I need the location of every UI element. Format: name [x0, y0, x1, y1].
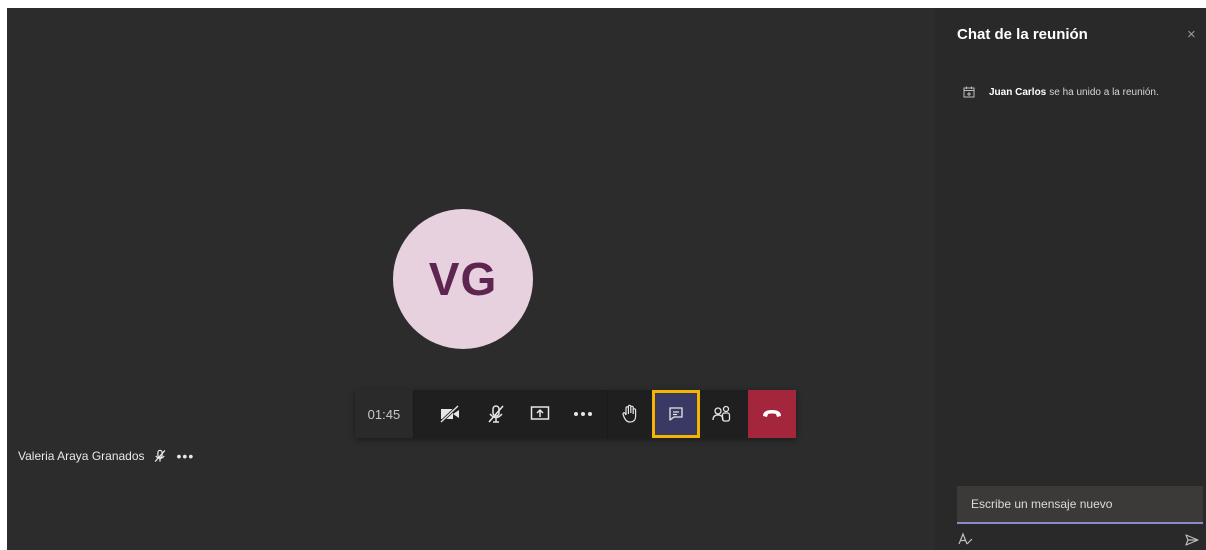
hang-up-button[interactable] [748, 390, 796, 438]
call-timer: 01:45 [355, 390, 413, 438]
avatar-initials: VG [428, 253, 498, 305]
meeting-stage: VG 01:45 Valeria Araya Granados ••• [7, 8, 935, 550]
camera-toggle-button[interactable] [430, 390, 470, 438]
send-icon[interactable] [1185, 534, 1199, 546]
share-screen-button[interactable] [520, 390, 560, 438]
event-user-name: Juan Carlos [989, 86, 1047, 98]
format-text-icon[interactable] [958, 532, 974, 546]
raise-hand-icon [622, 404, 637, 423]
participant-name: Valeria Araya Granados [18, 449, 145, 463]
hang-up-icon [763, 410, 782, 417]
camera-off-icon [439, 405, 459, 423]
call-toolbar: 01:45 [355, 390, 796, 438]
more-options-icon [574, 412, 593, 416]
divider [412, 390, 414, 438]
share-screen-icon [530, 406, 549, 420]
raise-hand-button[interactable] [610, 390, 650, 438]
participants-icon [712, 405, 731, 422]
participant-more-button[interactable]: ••• [177, 448, 195, 464]
more-options-button[interactable] [564, 390, 604, 438]
chat-panel: Chat de la reunión × Juan Carlos se ha u… [935, 8, 1206, 550]
mic-off-icon [154, 449, 165, 463]
participant-label: Valeria Araya Granados ••• [18, 448, 194, 464]
chat-title: Chat de la reunión [957, 26, 1088, 43]
close-icon[interactable]: × [1187, 26, 1196, 43]
meeting-window: VG 01:45 Valeria Araya Granados ••• Chat… [7, 8, 1206, 550]
divider [607, 390, 609, 438]
message-compose-box[interactable] [957, 486, 1203, 524]
avatar: VG [393, 209, 533, 349]
chat-icon [669, 407, 683, 421]
chat-event: Juan Carlos se ha unido a la reunión. [963, 86, 1159, 98]
mic-off-icon [488, 405, 504, 423]
message-input[interactable] [969, 496, 1193, 512]
chat-button[interactable] [652, 390, 701, 438]
event-text: se ha unido a la reunión. [1049, 86, 1159, 98]
participants-button[interactable] [702, 390, 742, 438]
mic-toggle-button[interactable] [476, 390, 516, 438]
calendar-join-icon [963, 86, 975, 98]
